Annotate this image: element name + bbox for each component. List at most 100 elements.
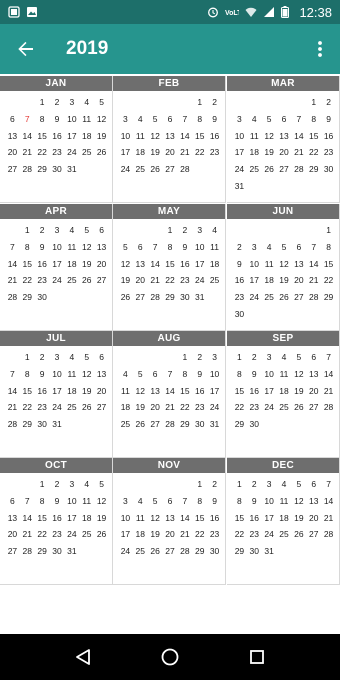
day-cell[interactable]: 26 xyxy=(133,416,148,433)
day-cell[interactable]: 16 xyxy=(35,383,50,400)
day-cell[interactable]: 28 xyxy=(5,289,20,306)
day-cell[interactable]: 25 xyxy=(133,161,148,178)
day-cell[interactable]: 5 xyxy=(118,239,133,256)
day-cell[interactable]: 22 xyxy=(163,272,178,289)
day-cell[interactable]: 12 xyxy=(277,256,292,273)
day-cell[interactable]: 11 xyxy=(118,383,133,400)
day-cell[interactable]: 22 xyxy=(177,399,192,416)
day-cell[interactable]: 6 xyxy=(5,493,20,510)
day-cell[interactable]: 7 xyxy=(20,111,35,128)
day-cell[interactable]: 7 xyxy=(177,111,192,128)
day-cell[interactable]: 13 xyxy=(133,256,148,273)
day-cell[interactable]: 27 xyxy=(5,161,20,178)
day-cell[interactable]: 4 xyxy=(277,349,292,366)
day-cell[interactable]: 15 xyxy=(35,510,50,527)
day-cell[interactable]: 18 xyxy=(133,526,148,543)
day-cell[interactable]: 16 xyxy=(192,383,207,400)
day-cell[interactable]: 10 xyxy=(50,239,65,256)
day-cell[interactable]: 5 xyxy=(133,366,148,383)
day-cell[interactable]: 12 xyxy=(291,493,306,510)
day-cell[interactable]: 13 xyxy=(148,383,163,400)
day-cell[interactable]: 26 xyxy=(148,161,163,178)
day-cell[interactable]: 17 xyxy=(192,256,207,273)
day-cell[interactable]: 10 xyxy=(232,128,247,145)
day-cell[interactable]: 8 xyxy=(177,366,192,383)
day-cell[interactable]: 4 xyxy=(133,111,148,128)
day-cell[interactable]: 6 xyxy=(277,111,292,128)
day-cell[interactable]: 19 xyxy=(79,256,94,273)
day-cell[interactable]: 6 xyxy=(306,349,321,366)
day-cell[interactable]: 10 xyxy=(207,366,222,383)
day-cell[interactable]: 31 xyxy=(262,543,277,560)
day-cell[interactable]: 29 xyxy=(163,289,178,306)
day-cell[interactable]: 24 xyxy=(118,161,133,178)
day-cell[interactable]: 8 xyxy=(163,239,178,256)
day-cell[interactable]: 24 xyxy=(50,272,65,289)
day-cell[interactable]: 17 xyxy=(64,510,79,527)
day-cell[interactable]: 11 xyxy=(79,111,94,128)
day-cell[interactable]: 21 xyxy=(20,526,35,543)
day-cell[interactable]: 18 xyxy=(277,510,292,527)
day-cell[interactable]: 10 xyxy=(64,493,79,510)
day-cell[interactable]: 27 xyxy=(306,399,321,416)
day-cell[interactable]: 19 xyxy=(291,383,306,400)
day-cell[interactable]: 24 xyxy=(118,543,133,560)
day-cell[interactable]: 17 xyxy=(262,510,277,527)
day-cell[interactable]: 13 xyxy=(94,366,109,383)
day-cell[interactable]: 29 xyxy=(20,416,35,433)
day-cell[interactable]: 11 xyxy=(247,128,262,145)
day-cell[interactable]: 30 xyxy=(247,416,262,433)
day-cell[interactable]: 16 xyxy=(207,510,222,527)
day-cell[interactable]: 2 xyxy=(247,476,262,493)
day-cell[interactable]: 18 xyxy=(64,256,79,273)
day-cell[interactable]: 5 xyxy=(262,111,277,128)
day-cell[interactable]: 13 xyxy=(306,493,321,510)
day-cell[interactable]: 18 xyxy=(79,510,94,527)
day-cell[interactable]: 26 xyxy=(94,526,109,543)
day-cell[interactable]: 8 xyxy=(232,366,247,383)
month-block-nov[interactable]: NOV 1 2 3 4 5 6 7 8 9 10 11 12 13 14 15 16 17 18 19 20 21 22 23… xyxy=(113,458,226,585)
day-cell[interactable]: 13 xyxy=(94,239,109,256)
nav-back-button[interactable] xyxy=(63,637,103,677)
overflow-menu-button[interactable] xyxy=(300,24,340,74)
day-cell[interactable]: 16 xyxy=(232,272,247,289)
day-cell[interactable]: 29 xyxy=(35,543,50,560)
day-cell[interactable]: 7 xyxy=(20,493,35,510)
day-cell[interactable]: 25 xyxy=(118,416,133,433)
day-cell[interactable]: 6 xyxy=(163,493,178,510)
day-cell[interactable]: 22 xyxy=(232,526,247,543)
day-cell[interactable]: 12 xyxy=(79,366,94,383)
day-cell[interactable]: 15 xyxy=(20,256,35,273)
day-cell[interactable]: 22 xyxy=(35,526,50,543)
day-cell[interactable]: 18 xyxy=(64,383,79,400)
day-cell[interactable]: 31 xyxy=(232,178,247,195)
day-cell[interactable]: 3 xyxy=(192,222,207,239)
day-cell[interactable]: 26 xyxy=(291,399,306,416)
month-block-mar[interactable]: MAR 1 2 3 4 5 6 7 8 9 10 11 12 13 14 15 16 17 18 19 20 21 22 23… xyxy=(227,76,340,203)
day-cell[interactable]: 13 xyxy=(163,510,178,527)
day-cell[interactable]: 20 xyxy=(163,144,178,161)
day-cell[interactable]: 28 xyxy=(163,416,178,433)
day-cell[interactable]: 2 xyxy=(321,94,336,111)
day-cell[interactable]: 23 xyxy=(207,144,222,161)
day-cell[interactable]: 9 xyxy=(50,111,65,128)
day-cell[interactable]: 25 xyxy=(277,399,292,416)
day-cell[interactable]: 4 xyxy=(247,111,262,128)
day-cell[interactable]: 28 xyxy=(291,161,306,178)
day-cell[interactable]: 7 xyxy=(163,366,178,383)
day-cell[interactable]: 31 xyxy=(64,161,79,178)
day-cell[interactable]: 20 xyxy=(277,144,292,161)
day-cell[interactable]: 17 xyxy=(50,256,65,273)
day-cell[interactable]: 17 xyxy=(118,144,133,161)
day-cell[interactable]: 5 xyxy=(79,222,94,239)
day-cell[interactable]: 3 xyxy=(247,239,262,256)
day-cell[interactable]: 26 xyxy=(94,144,109,161)
day-cell[interactable]: 12 xyxy=(94,111,109,128)
day-cell[interactable]: 6 xyxy=(291,239,306,256)
day-cell[interactable]: 15 xyxy=(232,383,247,400)
day-cell[interactable]: 14 xyxy=(291,128,306,145)
day-cell[interactable]: 2 xyxy=(35,349,50,366)
day-cell[interactable]: 10 xyxy=(247,256,262,273)
day-cell[interactable]: 24 xyxy=(192,272,207,289)
day-cell[interactable]: 20 xyxy=(306,510,321,527)
